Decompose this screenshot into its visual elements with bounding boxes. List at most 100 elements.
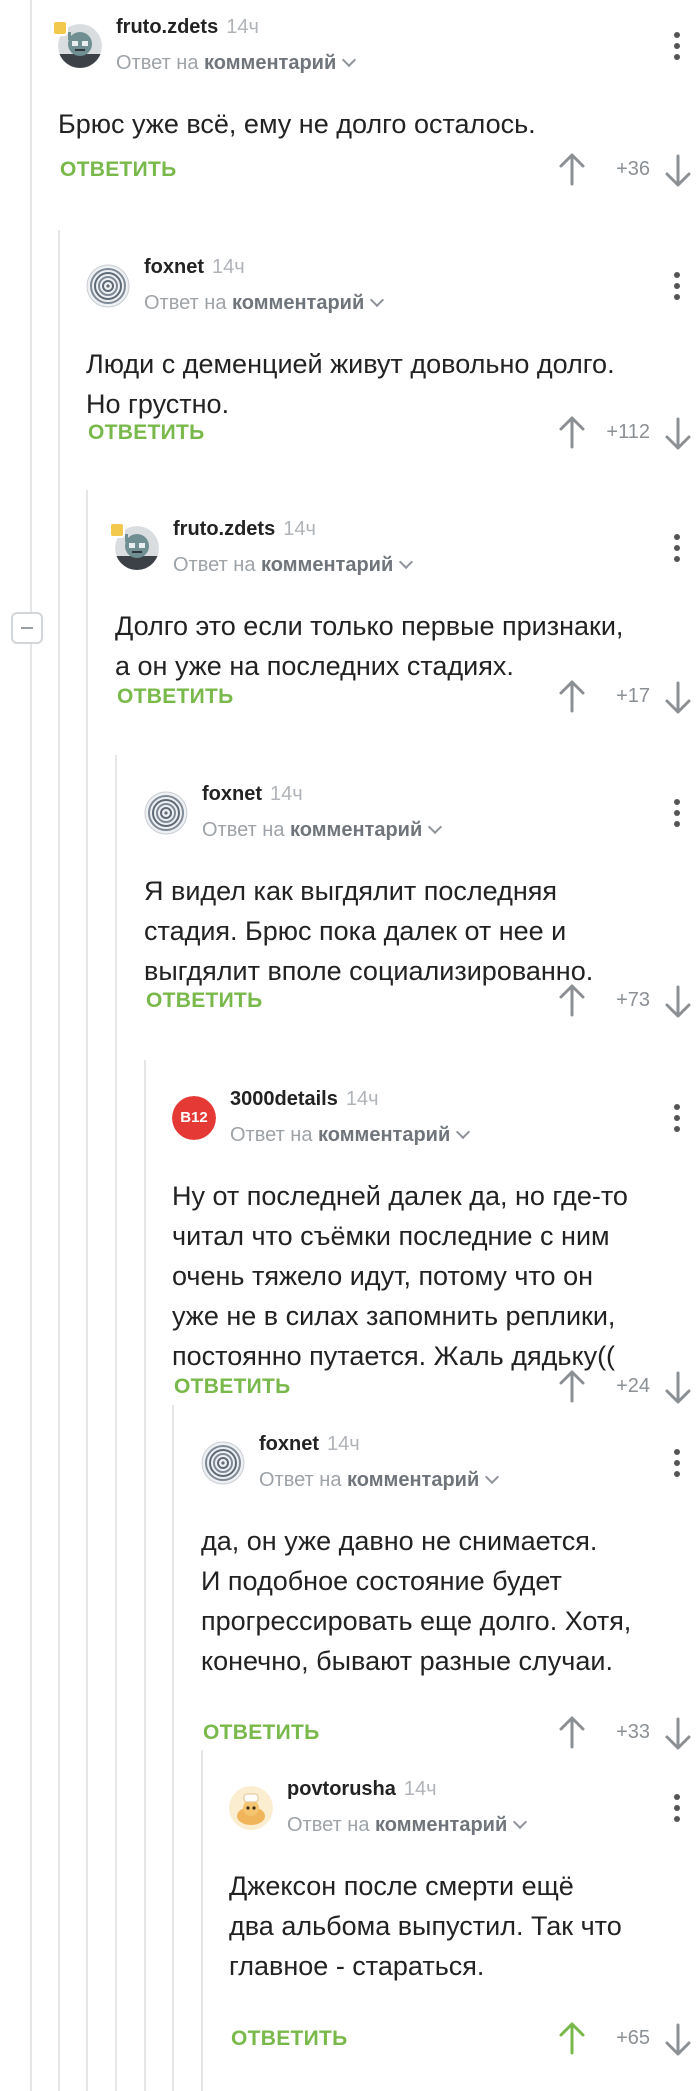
author-name[interactable]: foxnet 14ч <box>144 256 245 279</box>
reply-to-link[interactable]: Ответ на комментарий <box>202 819 443 842</box>
comment-text-line: Я видел как выгдялит последняя <box>144 876 557 906</box>
author-name[interactable]: 3000details 14ч <box>230 1088 379 1111</box>
comment-text: Я видел как выгдялит последняя стадия. Бр… <box>144 871 686 991</box>
comment-rating: +17 <box>616 685 650 707</box>
spiral-avatar-icon[interactable] <box>86 264 130 308</box>
chevron-down-icon[interactable] <box>342 52 357 68</box>
reply-target[interactable]: комментарий <box>375 1814 507 1836</box>
reply-to-link[interactable]: Ответ на комментарий <box>116 52 357 75</box>
upvote-arrow-icon[interactable] <box>558 415 586 449</box>
spiral-avatar-icon[interactable] <box>144 791 188 835</box>
author-name[interactable]: povtorusha 14ч <box>287 1778 437 1801</box>
downvote-arrow-icon[interactable] <box>664 417 692 451</box>
downvote-arrow-icon[interactable] <box>664 985 692 1019</box>
comment-rating: +112 <box>606 421 650 443</box>
reply-target[interactable]: комментарий <box>318 1124 450 1146</box>
downvote-arrow-icon[interactable] <box>664 1371 692 1405</box>
chevron-down-icon[interactable] <box>370 292 385 308</box>
comment-actions: ОТВЕТИТЬ +73 <box>144 981 700 1021</box>
reply-button[interactable]: ОТВЕТИТЬ <box>203 1721 320 1745</box>
comment-text: Люди с деменцией живут довольно долго. Но… <box>86 344 686 424</box>
reply-button[interactable]: ОТВЕТИТЬ <box>117 685 234 709</box>
reply-target[interactable]: комментарий <box>261 554 393 576</box>
comment-actions: ОТВЕТИТЬ +33 <box>201 1713 700 1753</box>
reply-to-link[interactable]: Ответ на комментарий <box>259 1469 500 1492</box>
reply-button[interactable]: ОТВЕТИТЬ <box>60 158 177 182</box>
reply-to-link[interactable]: Ответ на комментарий <box>173 554 414 577</box>
more-options-icon[interactable] <box>674 799 680 832</box>
author-name[interactable]: fruto.zdets 14ч <box>116 16 259 39</box>
comment-text-line: прогрессировать еще долго. Хотя, <box>201 1606 632 1636</box>
comment-rating: +24 <box>616 1375 650 1397</box>
reply-prefix: Ответ на <box>230 1124 313 1146</box>
comment-actions: ОТВЕТИТЬ +17 <box>115 677 700 717</box>
reply-prefix: Ответ на <box>259 1469 342 1491</box>
more-options-icon[interactable] <box>674 1104 680 1137</box>
author-username[interactable]: fruto.zdets <box>173 518 275 540</box>
reply-prefix: Ответ на <box>287 1814 370 1836</box>
collapse-thread-button[interactable] <box>11 612 43 644</box>
downvote-arrow-icon[interactable] <box>664 154 692 188</box>
comment-text-line: И подобное состояние будет <box>201 1566 562 1596</box>
comment-time: 14ч <box>270 783 303 805</box>
upvote-arrow-icon[interactable] <box>558 1715 586 1749</box>
more-options-icon[interactable] <box>674 1794 680 1827</box>
author-username[interactable]: fruto.zdets <box>116 16 218 38</box>
author-username[interactable]: 3000details <box>230 1088 338 1110</box>
upvote-arrow-icon[interactable] <box>558 1369 586 1403</box>
reply-to-link[interactable]: Ответ на комментарий <box>287 1814 528 1837</box>
author-username[interactable]: povtorusha <box>287 1778 396 1800</box>
comment-text-line: главное - стараться. <box>229 1951 485 1981</box>
reply-button[interactable]: ОТВЕТИТЬ <box>88 421 205 445</box>
reply-target[interactable]: комментарий <box>232 292 364 314</box>
spiral-avatar-icon[interactable] <box>201 1441 245 1485</box>
reply-target[interactable]: комментарий <box>347 1469 479 1491</box>
author-username[interactable]: foxnet <box>144 256 204 278</box>
upvote-arrow-icon[interactable] <box>558 679 586 713</box>
comment: foxnet 14ч Ответ на комментарий Я видел к… <box>144 767 700 1067</box>
reply-prefix: Ответ на <box>144 292 227 314</box>
parrot-avatar-icon[interactable] <box>229 1786 273 1830</box>
more-options-icon[interactable] <box>674 1449 680 1482</box>
reply-to-link[interactable]: Ответ на комментарий <box>230 1124 471 1147</box>
more-options-icon[interactable] <box>674 32 680 65</box>
upvote-arrow-icon[interactable] <box>558 152 586 186</box>
downvote-arrow-icon[interactable] <box>664 681 692 715</box>
comment-rating: +65 <box>616 2027 650 2049</box>
author-username[interactable]: foxnet <box>202 783 262 805</box>
comment-text-line: да, он уже давно не снимается. <box>201 1526 598 1556</box>
reply-prefix: Ответ на <box>202 819 285 841</box>
reply-target[interactable]: комментарий <box>290 819 422 841</box>
chevron-down-icon[interactable] <box>399 554 414 570</box>
reply-to-link[interactable]: Ответ на комментарий <box>144 292 385 315</box>
more-options-icon[interactable] <box>674 534 680 567</box>
comment-time: 14ч <box>327 1433 360 1455</box>
reply-target[interactable]: комментарий <box>204 52 336 74</box>
chevron-down-icon[interactable] <box>485 1469 500 1485</box>
comment-text-line: Брюс уже всё, ему не долго осталось. <box>58 109 536 139</box>
reply-button[interactable]: ОТВЕТИТЬ <box>146 989 263 1013</box>
chevron-down-icon[interactable] <box>428 819 443 835</box>
reply-button[interactable]: ОТВЕТИТЬ <box>174 1375 291 1399</box>
author-name[interactable]: foxnet 14ч <box>202 783 303 806</box>
comment-time: 14ч <box>283 518 316 540</box>
downvote-arrow-icon[interactable] <box>664 2023 692 2057</box>
downvote-arrow-icon[interactable] <box>664 1717 692 1751</box>
comment: foxnet 14ч Ответ на комментарий Люди с де… <box>86 240 700 540</box>
b12-avatar-icon[interactable]: B12 <box>172 1096 216 1140</box>
author-name[interactable]: fruto.zdets 14ч <box>173 518 316 541</box>
upvote-arrow-icon[interactable] <box>558 2021 586 2055</box>
author-username[interactable]: foxnet <box>259 1433 319 1455</box>
comment-actions: ОТВЕТИТЬ +24 <box>172 1367 700 1407</box>
chevron-down-icon[interactable] <box>513 1814 528 1830</box>
thread-line <box>172 1405 174 2091</box>
more-options-icon[interactable] <box>674 272 680 305</box>
comment-actions: ОТВЕТИТЬ +112 <box>86 413 700 453</box>
upvote-arrow-icon[interactable] <box>558 983 586 1017</box>
reply-button[interactable]: ОТВЕТИТЬ <box>231 2027 348 2051</box>
chevron-down-icon[interactable] <box>456 1124 471 1140</box>
comment-text-line: два альбома выпустил. Так что <box>229 1911 622 1941</box>
comment-text-line: Долго это если только первые признаки, <box>115 611 624 641</box>
author-name[interactable]: foxnet 14ч <box>259 1433 360 1456</box>
avatar-text: B12 <box>180 1109 208 1126</box>
